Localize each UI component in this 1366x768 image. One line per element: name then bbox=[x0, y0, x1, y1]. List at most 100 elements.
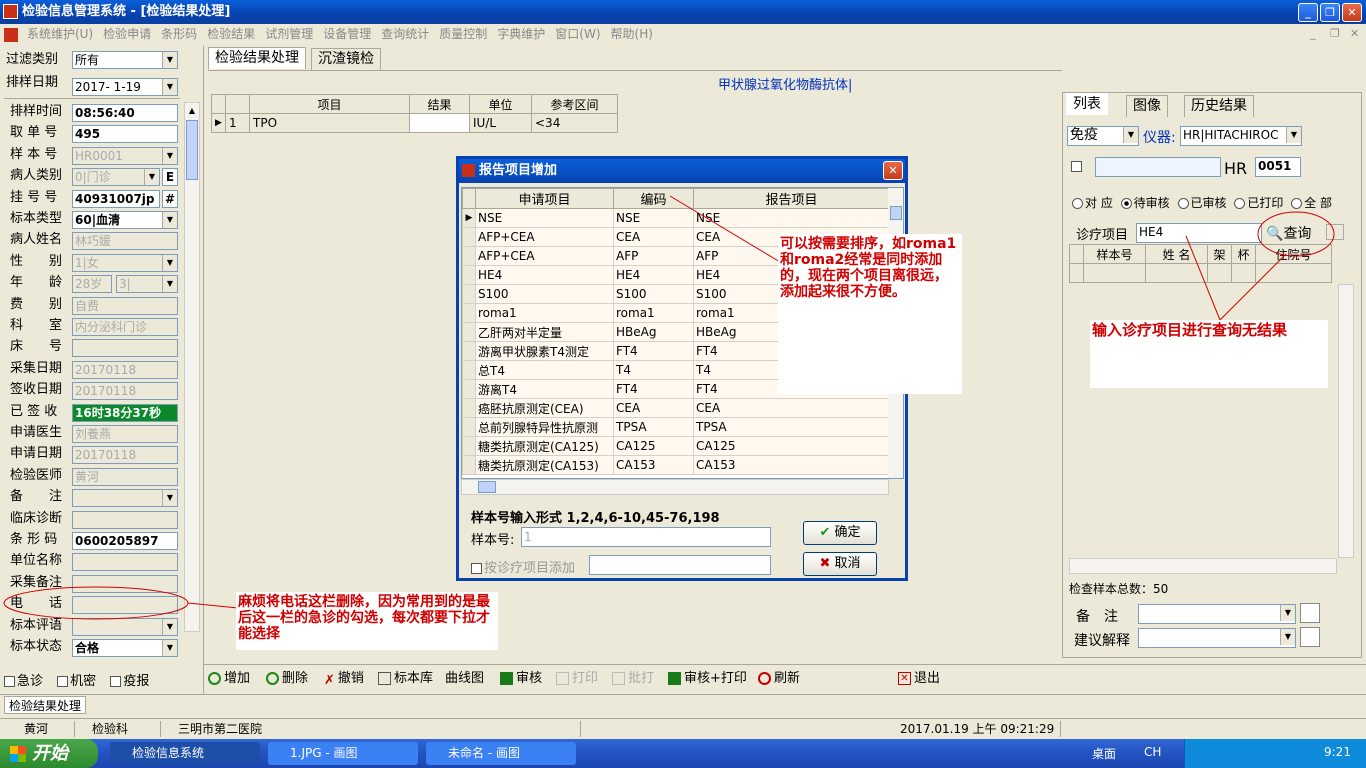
mdi-tab[interactable]: 检验结果处理 bbox=[4, 696, 87, 714]
menu-item[interactable]: 帮助(H) bbox=[606, 24, 658, 44]
tab-image[interactable]: 图像 bbox=[1126, 95, 1168, 117]
left-scrollbar[interactable]: ▲ bbox=[184, 102, 200, 632]
table-cell[interactable]: 总T4 bbox=[475, 360, 614, 380]
radio-corresponding[interactable] bbox=[1072, 198, 1083, 209]
emergency-checkbox[interactable] bbox=[4, 676, 15, 687]
field-value[interactable] bbox=[72, 574, 178, 593]
field-value[interactable] bbox=[72, 553, 178, 572]
edit-icon[interactable] bbox=[1300, 627, 1320, 647]
chevron-down-icon[interactable]: ▼ bbox=[162, 147, 177, 164]
instrument-select[interactable]: HR|HITACHIROC ▼ bbox=[1180, 126, 1302, 146]
chevron-down-icon[interactable]: ▼ bbox=[162, 79, 177, 95]
item-input[interactable] bbox=[589, 555, 771, 575]
chevron-down-icon[interactable]: ▼ bbox=[1286, 127, 1301, 143]
tab-history[interactable]: 历史结果 bbox=[1184, 95, 1254, 117]
tab-sediment[interactable]: 沉渣镜检 bbox=[311, 48, 381, 70]
field-value[interactable]: 黄河 bbox=[72, 467, 178, 486]
number-field[interactable]: 0051 bbox=[1255, 157, 1301, 177]
table-cell[interactable]: 总前列腺特异性抗原测 bbox=[475, 417, 614, 437]
table-row[interactable]: 糖类抗原测定(CA125) CA125 CA125 bbox=[462, 436, 890, 456]
table-row[interactable]: ▶ NSE NSE NSE bbox=[462, 208, 890, 228]
specimen-library-button[interactable]: 标本库 bbox=[378, 670, 433, 688]
field-value[interactable]: 自费 bbox=[72, 296, 178, 315]
table-cell[interactable]: 糖类抗原测定(CA125) bbox=[475, 436, 614, 456]
radio-all[interactable] bbox=[1291, 198, 1303, 209]
epidemic-checkbox[interactable] bbox=[110, 676, 122, 687]
field-value[interactable]: 0|门诊 ▼ bbox=[72, 168, 160, 187]
table-cell[interactable]: T4 bbox=[613, 360, 694, 380]
task-lab-system[interactable]: 检验信息系统 bbox=[110, 742, 260, 765]
menu-item[interactable]: 窗口(W) bbox=[550, 24, 605, 44]
table-cell[interactable]: TPSA bbox=[693, 417, 890, 437]
list-h-scrollbar[interactable] bbox=[1069, 558, 1337, 574]
table-cell[interactable]: 乙肝两对半定量 bbox=[475, 322, 614, 342]
table-cell[interactable]: CA153 bbox=[613, 455, 694, 475]
clear-icon[interactable] bbox=[1326, 224, 1344, 240]
col-header[interactable]: 报告项目 bbox=[693, 188, 890, 209]
field-value[interactable] bbox=[72, 596, 178, 615]
edit-icon[interactable] bbox=[1300, 603, 1320, 623]
query-button[interactable]: 🔍查询 bbox=[1266, 223, 1311, 243]
add-button[interactable]: 增加 bbox=[208, 670, 250, 688]
field-value[interactable]: 0600205897 bbox=[72, 532, 178, 550]
col-header[interactable]: 申请项目 bbox=[475, 188, 614, 209]
radio-audited[interactable] bbox=[1177, 198, 1189, 209]
table-cell[interactable]: 癌胚抗原测定(CEA) bbox=[475, 398, 614, 418]
age-unit-select[interactable]: 3| ▼ bbox=[116, 275, 178, 294]
table-cell[interactable]: HE4 bbox=[613, 265, 694, 285]
scroll-up-icon[interactable]: ▲ bbox=[185, 103, 199, 118]
chevron-down-icon[interactable]: ▼ bbox=[162, 254, 177, 271]
table-cell[interactable]: S100 bbox=[613, 284, 694, 304]
table-cell[interactable]: NSE bbox=[613, 208, 694, 228]
field-value[interactable]: 合格 ▼ bbox=[72, 639, 178, 657]
field-value[interactable]: 刘養燕 bbox=[72, 425, 178, 443]
mdi-close-button[interactable]: ✕ bbox=[1350, 27, 1359, 40]
field-value[interactable]: 20170118 bbox=[72, 360, 178, 379]
table-cell[interactable]: FT4 bbox=[613, 341, 694, 361]
chevron-down-icon[interactable]: ▼ bbox=[162, 640, 177, 656]
menu-item[interactable]: 查询统计 bbox=[376, 24, 434, 44]
dept-select[interactable]: 免疫 ▼ bbox=[1067, 126, 1139, 146]
by-item-option[interactable]: 按诊疗项目添加 bbox=[471, 557, 575, 576]
mdi-restore-button[interactable]: ❐ bbox=[1330, 27, 1340, 40]
menu-item[interactable]: 质量控制 bbox=[434, 24, 492, 44]
table-cell[interactable]: HBeAg bbox=[613, 322, 694, 342]
field-value[interactable]: 20170118 bbox=[72, 446, 178, 465]
menu-item[interactable]: 字典维护 bbox=[492, 24, 550, 44]
menu-item[interactable]: 条形码 bbox=[156, 24, 202, 44]
col-header[interactable]: 编码 bbox=[613, 188, 694, 209]
print-button[interactable]: 打印 bbox=[556, 670, 598, 688]
menu-item[interactable]: 设备管理 bbox=[318, 24, 376, 44]
field-value[interactable]: 08:56:40 bbox=[72, 104, 178, 122]
table-row[interactable]: ▶ 1 TPO IU/L <34 bbox=[211, 113, 618, 133]
table-row[interactable]: 总前列腺特异性抗原测 TPSA TPSA bbox=[462, 417, 890, 437]
field-value[interactable]: 16时38分37秒 bbox=[72, 403, 178, 422]
tab-result-processing[interactable]: 检验结果处理 bbox=[208, 47, 306, 69]
refresh-button[interactable]: 刷新 bbox=[758, 670, 800, 688]
extra-button[interactable]: E bbox=[162, 168, 178, 187]
menu-item[interactable]: 试剂管理 bbox=[260, 24, 318, 44]
field-value[interactable] bbox=[72, 339, 178, 358]
menu-item[interactable]: 检验申请 bbox=[98, 24, 156, 44]
field-value[interactable]: 内分泌科门诊 bbox=[72, 318, 178, 336]
date-picker[interactable]: 2017- 1-19 ▼ bbox=[72, 78, 178, 96]
exit-button[interactable]: ✕ 退出 bbox=[898, 670, 940, 688]
desktop-toolbar[interactable]: 桌面 bbox=[1092, 745, 1116, 762]
task-paint-1[interactable]: 1.JPG - 画图 bbox=[268, 742, 418, 765]
table-cell[interactable]: NSE bbox=[475, 208, 614, 228]
chevron-down-icon[interactable]: ▼ bbox=[1123, 127, 1138, 143]
table-cell[interactable]: AFP bbox=[613, 246, 694, 266]
menu-item[interactable]: 检验结果 bbox=[202, 24, 260, 44]
maximize-button[interactable]: ❐ bbox=[1320, 3, 1340, 22]
table-cell[interactable]: CEA bbox=[613, 398, 694, 418]
field-value[interactable]: 20170118 bbox=[72, 382, 178, 401]
audit-print-button[interactable]: 审核+打印 bbox=[668, 670, 747, 688]
chevron-down-icon[interactable]: ▼ bbox=[162, 212, 177, 228]
field-value[interactable]: ▼ bbox=[72, 489, 178, 508]
filter-checkbox[interactable] bbox=[1071, 161, 1082, 172]
field-value[interactable]: 林巧媛 bbox=[72, 232, 178, 251]
table-cell[interactable]: NSE bbox=[693, 208, 890, 228]
field-value[interactable]: 495 bbox=[72, 125, 178, 144]
minimize-button[interactable]: _ bbox=[1298, 3, 1318, 22]
list-v-scrollbar[interactable] bbox=[1338, 284, 1354, 558]
